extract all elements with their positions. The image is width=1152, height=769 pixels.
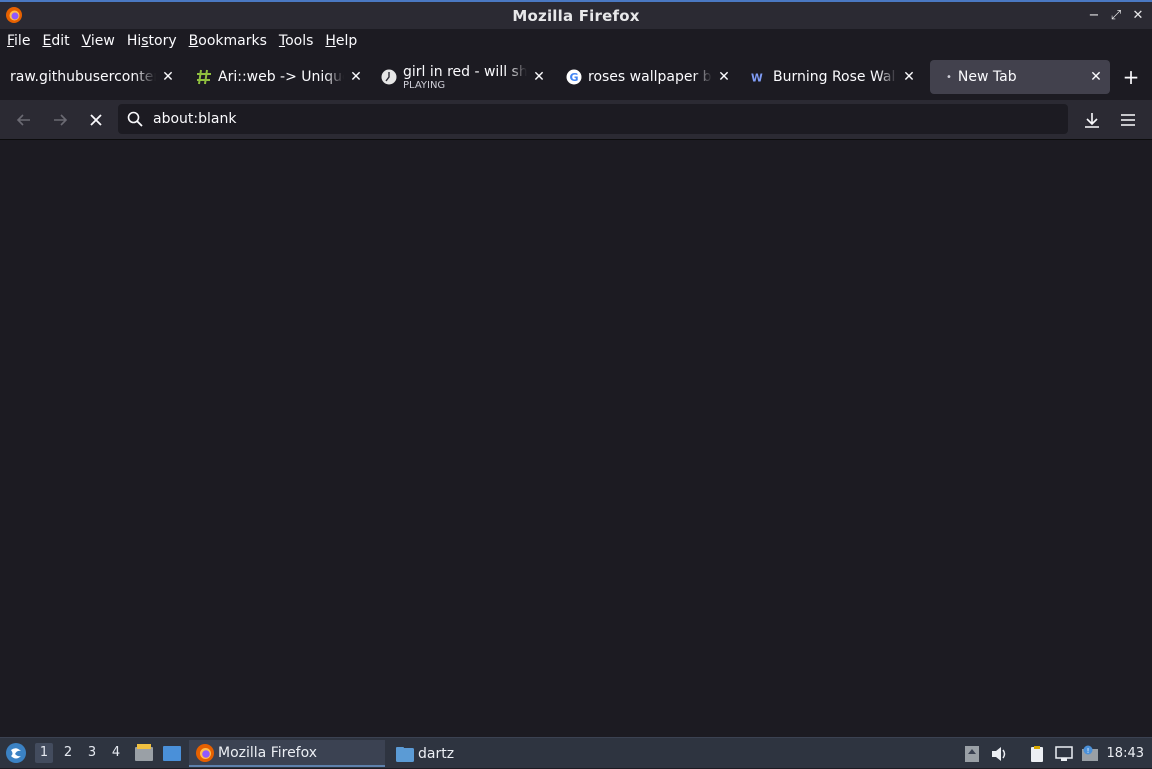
taskbar: 1 2 3 4 Mozilla Firefox dartz ! 18:43 [0,737,1152,768]
arrow-left-icon [16,114,30,126]
new-tab-button[interactable]: + [1120,65,1142,89]
task-dartz[interactable]: dartz [389,740,585,767]
folder-icon [396,746,414,762]
menu-edit[interactable]: Edit [37,29,74,54]
google-icon: G [566,69,582,85]
clock[interactable]: 18:43 [1107,738,1144,769]
task-label: dartz [418,745,455,762]
task-firefox[interactable]: Mozilla Firefox [189,740,385,767]
page-content[interactable] [0,141,1152,737]
tab-title: New Tab [957,69,1017,85]
menu-file[interactable]: File [2,29,35,54]
svg-text:W: W [751,71,763,84]
clock-icon [381,69,397,85]
tab-new-tab[interactable]: • New Tab ✕ [930,60,1110,94]
navigation-toolbar: about:blank [0,100,1152,140]
maximize-button[interactable]: ⤢ [1108,6,1124,24]
workspace-4[interactable]: 4 [107,743,125,763]
close-tab-icon[interactable]: ✕ [901,69,917,85]
close-tab-icon[interactable]: ✕ [348,69,364,85]
clipboard-icon[interactable] [1027,744,1047,764]
tray-updates-icon[interactable] [962,744,982,764]
menu-help[interactable]: Help [320,29,362,54]
tab-playing-label: PLAYING [403,79,446,91]
url-text[interactable]: about:blank [153,111,236,127]
window-title: Mozilla Firefox [512,6,640,25]
menu-view[interactable]: View [77,29,120,54]
menu-bar: File Edit View History Bookmarks Tools H… [0,29,1152,54]
close-tab-icon[interactable]: ✕ [1088,69,1104,85]
wallpaper-site-icon: W [751,69,767,85]
menu-bookmarks[interactable]: Bookmarks [184,29,272,54]
tab-girl-in-red[interactable]: girl in red - will she PLAYING ✕ [377,60,547,94]
workspace-1[interactable]: 1 [35,743,53,763]
tab-title: Ari::web -> Unique [218,69,344,85]
hash-icon [196,69,212,85]
notification-icon[interactable]: ! [1080,744,1100,764]
tab-title: roses wallpaper burning [588,69,712,85]
close-window-button[interactable]: ✕ [1130,6,1146,24]
workspace-3[interactable]: 3 [83,743,101,763]
download-icon [1085,113,1099,128]
close-icon [90,114,102,126]
firefox-icon [196,743,214,762]
close-tab-icon[interactable]: ✕ [160,69,176,85]
svg-text:!: ! [1087,747,1090,755]
close-tab-icon[interactable]: ✕ [716,69,732,85]
tab-loading-dot-icon: • [946,71,952,83]
menu-tools[interactable]: Tools [274,29,319,54]
search-icon [126,110,144,128]
tab-title: raw.githubusercontent.com [10,69,156,85]
back-button[interactable] [11,107,37,133]
arrow-right-icon [54,114,68,126]
svg-text:G: G [569,71,578,84]
app-menu-button[interactable] [1115,107,1141,133]
url-bar[interactable]: about:blank [118,104,1068,134]
file-manager-launcher-icon[interactable] [134,743,154,763]
tab-burning-rose[interactable]: W Burning Rose Wallpaper ✕ [747,60,917,94]
stop-button[interactable] [83,107,109,133]
desktop-launcher-icon[interactable] [162,743,182,763]
downloads-button[interactable] [1079,107,1105,133]
window-controls: − ⤢ ✕ [1086,6,1146,24]
close-tab-icon[interactable]: ✕ [531,69,547,85]
start-menu-icon[interactable] [5,742,27,764]
network-icon[interactable] [1054,744,1074,764]
forward-button[interactable] [47,107,73,133]
hamburger-menu-icon [1121,114,1135,126]
tab-title: girl in red - will she [403,63,527,80]
window-titlebar: Mozilla Firefox − ⤢ ✕ [0,0,1152,29]
firefox-icon [6,7,22,23]
workspace-2[interactable]: 2 [59,743,77,763]
tab-title: Burning Rose Wallpaper [773,69,897,85]
minimize-button[interactable]: − [1086,6,1102,24]
tab-ari-web[interactable]: Ari::web -> Unique ✕ [192,60,364,94]
task-label: Mozilla Firefox [218,744,318,761]
menu-history[interactable]: History [122,29,182,54]
volume-icon[interactable] [990,744,1010,764]
tab-roses-wallpaper[interactable]: G roses wallpaper burning ✕ [562,60,732,94]
tab-raw-github[interactable]: raw.githubusercontent.com ✕ [6,60,176,94]
tab-strip: raw.githubusercontent.com ✕ Ari::web -> … [0,54,1152,100]
